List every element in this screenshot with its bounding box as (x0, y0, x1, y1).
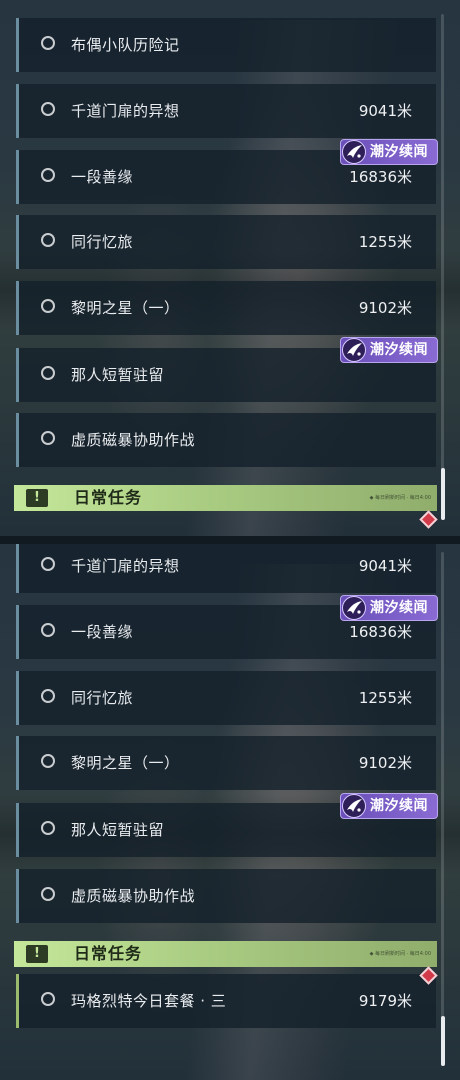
exclamation-icon: ! (26, 945, 48, 963)
quest-row[interactable]: 虚质磁暴协助作战 (16, 869, 436, 923)
circle-outline-icon (41, 168, 55, 182)
circle-outline-icon (41, 299, 55, 313)
event-badge: 潮汐续闻 (340, 595, 438, 621)
quest-title: 黎明之星（一） (71, 754, 180, 772)
circle-outline-icon (41, 557, 55, 571)
circle-outline-icon (41, 102, 55, 116)
badge-label: 潮汐续闻 (370, 798, 428, 814)
quest-row[interactable]: 黎明之星（一） 9102米 (16, 281, 436, 335)
badge-label: 潮汐续闻 (370, 342, 428, 358)
circle-outline-icon (41, 623, 55, 637)
quest-list-panel-bottom: 千道门扉的异想 9041米 潮汐续闻 一段善缘 16836米 同行忆旅 1255… (0, 544, 460, 1080)
quest-row[interactable]: 同行忆旅 1255米 (16, 215, 436, 269)
section-title: 日常任务 (74, 944, 143, 963)
event-badge: 潮汐续闻 (340, 793, 438, 819)
quest-title: 玛格烈特今日套餐 · 三 (71, 992, 227, 1010)
quest-row[interactable]: 布偶小队历险记 (16, 18, 436, 72)
tidal-wing-icon (342, 338, 366, 362)
circle-outline-icon (41, 431, 55, 445)
event-badge: 潮汐续闻 (340, 337, 438, 363)
circle-outline-icon (41, 992, 55, 1006)
circle-outline-icon (41, 36, 55, 50)
quest-title: 布偶小队历险记 (71, 36, 180, 54)
badge-label: 潮汐续闻 (370, 600, 428, 616)
quest-title: 同行忆旅 (71, 233, 134, 251)
quest-row[interactable]: 虚质磁暴协助作战 (16, 413, 436, 467)
circle-outline-icon (41, 233, 55, 247)
section-title: 日常任务 (74, 488, 143, 507)
quest-distance: 9102米 (358, 754, 412, 772)
quest-title: 那人短暂驻留 (71, 366, 165, 384)
quest-title: 千道门扉的异想 (71, 102, 180, 120)
daily-tasks-header[interactable]: ! 日常任务 ◆ 每日刷新时间 · 每日4:00 (14, 941, 437, 967)
section-subtext: ◆ 每日刷新时间 · 每日4:00 (369, 951, 431, 957)
daily-task-row[interactable]: 玛格烈特今日套餐 · 三 9179米 (16, 974, 436, 1028)
badge-label: 潮汐续闻 (370, 144, 428, 160)
quest-row[interactable]: 千道门扉的异想 9041米 (16, 544, 436, 593)
tidal-wing-icon (342, 794, 366, 818)
circle-outline-icon (41, 366, 55, 380)
quest-distance: 1255米 (358, 233, 412, 251)
quest-distance: 1255米 (358, 689, 412, 707)
quest-title: 千道门扉的异想 (71, 557, 180, 575)
section-subtext: ◆ 每日刷新时间 · 每日4:00 (369, 495, 431, 501)
tidal-wing-icon (342, 140, 366, 164)
tidal-wing-icon (342, 596, 366, 620)
circle-outline-icon (41, 821, 55, 835)
scrollbar-thumb[interactable] (441, 468, 445, 520)
scrollbar-track[interactable] (441, 552, 444, 1066)
quest-row[interactable]: 同行忆旅 1255米 (16, 671, 436, 725)
quest-row[interactable]: 黎明之星（一） 9102米 (16, 736, 436, 790)
quest-title: 同行忆旅 (71, 689, 134, 707)
quest-title: 那人短暂驻留 (71, 821, 165, 839)
scrollbar-thumb[interactable] (441, 1016, 445, 1066)
circle-outline-icon (41, 754, 55, 768)
circle-outline-icon (41, 887, 55, 901)
daily-tasks-header[interactable]: ! 日常任务 ◆ 每日刷新时间 · 每日4:00 (14, 485, 437, 511)
exclamation-icon: ! (26, 489, 48, 507)
divider (0, 536, 460, 544)
quest-title: 虚质磁暴协助作战 (71, 887, 196, 905)
scrollbar-track[interactable] (441, 14, 444, 520)
quest-distance: 9041米 (358, 102, 412, 120)
quest-title: 一段善缘 (71, 623, 134, 641)
quest-list-panel-top: 布偶小队历险记 千道门扉的异想 9041米 潮汐续闻 一段善缘 16836米 同… (0, 0, 460, 536)
quest-distance: 9041米 (358, 557, 412, 575)
quest-distance: 9179米 (358, 992, 412, 1010)
circle-outline-icon (41, 689, 55, 703)
quest-title: 虚质磁暴协助作战 (71, 431, 196, 449)
quest-distance: 9102米 (358, 299, 412, 317)
red-diamond-icon (419, 510, 438, 529)
quest-row[interactable]: 千道门扉的异想 9041米 (16, 84, 436, 138)
quest-title: 一段善缘 (71, 168, 134, 186)
event-badge: 潮汐续闻 (340, 139, 438, 165)
quest-title: 黎明之星（一） (71, 299, 180, 317)
